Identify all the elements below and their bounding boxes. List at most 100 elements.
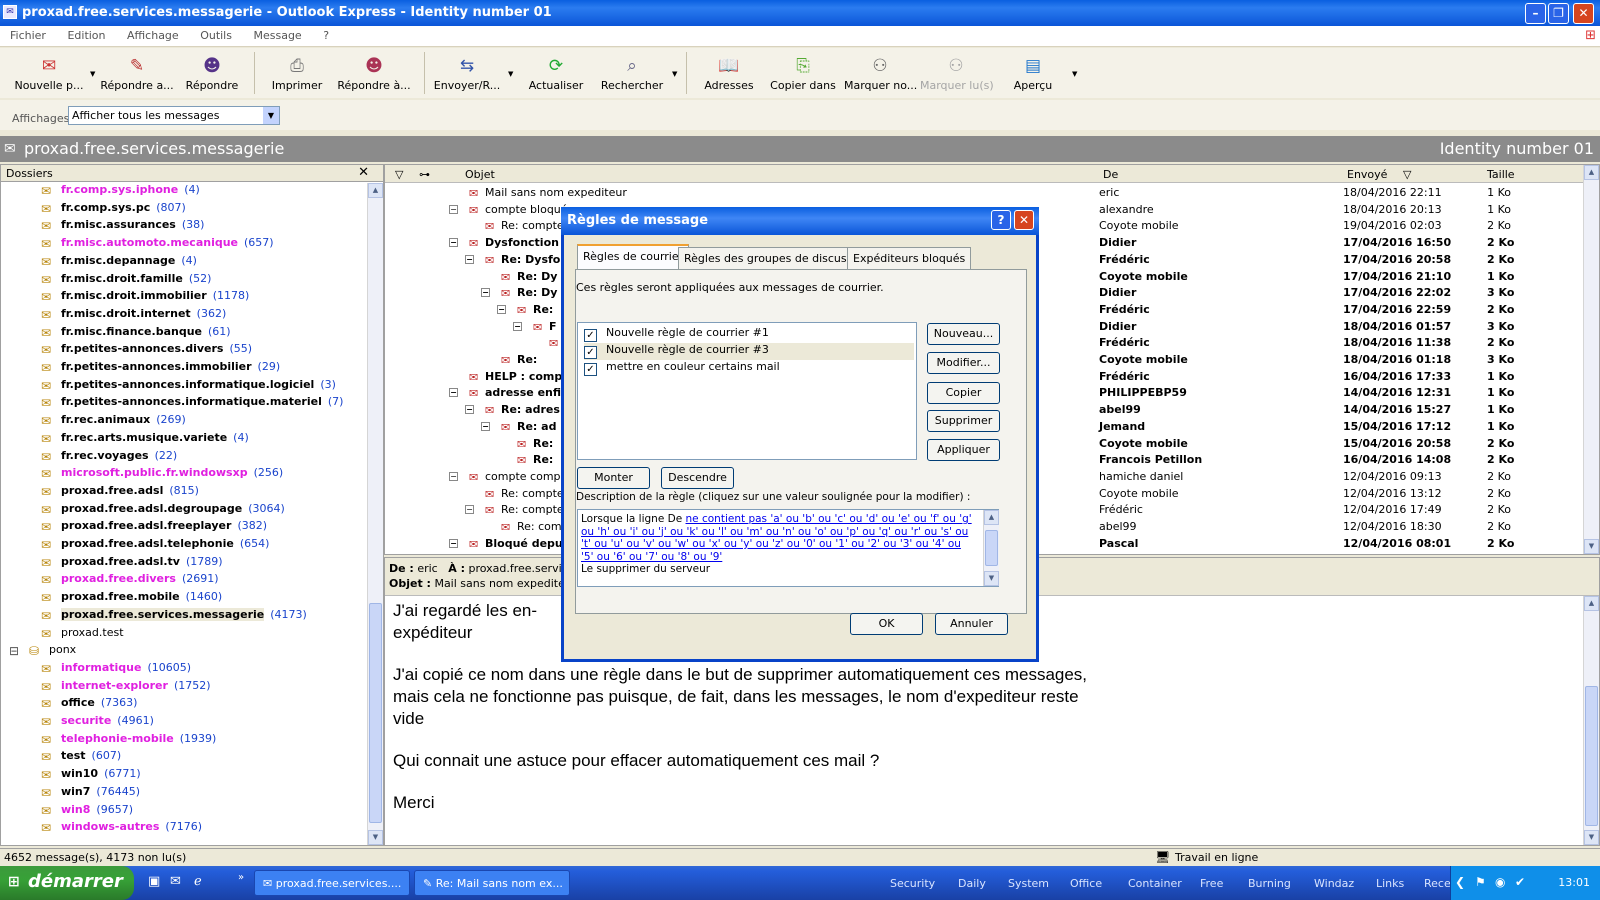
toolbar-link-links[interactable]: Links (1376, 877, 1404, 890)
folder-item[interactable]: ✉ proxad.free.mobile (1460) (41, 590, 222, 608)
menu-affichage[interactable]: Affichage (117, 26, 187, 42)
folder-item[interactable]: ✉ fr.rec.animaux (269) (41, 413, 186, 431)
message-scrollbar[interactable]: ▲ ▼ (1583, 165, 1599, 554)
rule-checkbox[interactable]: ✓ (584, 346, 597, 359)
folder-item[interactable]: ✉ fr.misc.droit.immobilier (1178) (41, 289, 249, 307)
scroll-down-icon[interactable]: ▼ (1584, 830, 1599, 845)
modify-rule-button[interactable]: Modifier... (927, 352, 1000, 374)
column-size[interactable]: Taille (1487, 168, 1515, 181)
collapse-icon[interactable]: ⊟ (9, 644, 25, 658)
rule-item[interactable]: ✓ mettre en couleur certains mail (584, 360, 914, 377)
thread-collapse-icon[interactable]: − (481, 421, 490, 431)
folder-item[interactable]: ⊟ ⛁ ponx (9, 643, 76, 661)
folder-item[interactable]: ✉ test (607) (41, 749, 121, 767)
scroll-thumb[interactable] (985, 530, 998, 566)
folder-item[interactable]: ✉ proxad.free.adsl.tv (1789) (41, 555, 223, 573)
folder-item[interactable]: ✉ fr.comp.sys.iphone (4) (41, 183, 200, 201)
new-message-button[interactable]: ✉ Nouvelle p... (14, 50, 84, 96)
column-subject[interactable]: Objet (465, 168, 495, 181)
reply-button[interactable]: ☻ Répondre (180, 50, 244, 96)
folder-item[interactable]: ✉ fr.petites-annonces.divers (55) (41, 342, 252, 360)
more-quicklaunch-icon[interactable]: » (238, 872, 244, 883)
print-button[interactable]: ⎙ Imprimer (266, 50, 328, 96)
maximize-button[interactable]: ❐ (1548, 3, 1569, 24)
clock[interactable]: 13:01 (1558, 876, 1590, 889)
reply-group-button[interactable]: ✎ Répondre a... (100, 50, 174, 96)
copy-rule-button[interactable]: Copier (927, 382, 1000, 404)
folder-item[interactable]: ✉ telephonie-mobile (1939) (41, 732, 216, 750)
folder-item[interactable]: ✉ microsoft.public.fr.windowsxp (256) (41, 466, 283, 484)
toolbar-link-container[interactable]: Container (1128, 877, 1182, 890)
rule-item[interactable]: ✓ Nouvelle règle de courrier #1 (584, 326, 914, 343)
scroll-down-icon[interactable]: ▼ (368, 830, 383, 845)
thread-collapse-icon[interactable]: − (465, 254, 474, 264)
folder-item[interactable]: ✉ fr.petites-annonces.informatique.logici… (41, 378, 336, 396)
thread-collapse-icon[interactable]: − (497, 304, 506, 314)
toolbar-link-office[interactable]: Office (1070, 877, 1102, 890)
tray-app-icon[interactable]: ◉ (1495, 875, 1505, 889)
toolbar-link-free[interactable]: Free (1200, 877, 1223, 890)
rule-checkbox[interactable]: ✓ (584, 329, 597, 342)
scroll-up-icon[interactable]: ▲ (368, 183, 383, 198)
tray-back-icon[interactable]: ❮ (1455, 875, 1465, 889)
find-dropdown-icon[interactable]: ▼ (672, 70, 677, 78)
folder-item[interactable]: ✉ fr.rec.voyages (22) (41, 449, 177, 467)
rules-list[interactable]: ✓ Nouvelle règle de courrier #1 ✓ Nouvelle… (577, 322, 917, 460)
close-button[interactable]: ✕ (1573, 3, 1594, 24)
scroll-up-icon[interactable]: ▲ (984, 510, 999, 525)
folder-item[interactable]: ✉ proxad.free.adsl.telephonie (654) (41, 537, 269, 555)
folder-item[interactable]: ✉ fr.misc.finance.banque (61) (41, 325, 231, 343)
folder-item[interactable]: ✉ fr.misc.droit.internet (362) (41, 307, 226, 325)
scroll-down-icon[interactable]: ▼ (984, 571, 999, 586)
ok-button[interactable]: OK (850, 613, 923, 635)
scroll-up-icon[interactable]: ▲ (1584, 596, 1599, 611)
tab-blocked-senders[interactable]: Expéditeurs bloqués (847, 247, 972, 269)
toolbar-link-burning[interactable]: Burning (1248, 877, 1291, 890)
send-receive-button[interactable]: ⇆ Envoyer/R... (432, 50, 502, 96)
delete-rule-button[interactable]: Supprimer (927, 410, 1000, 432)
toolbar-link-windaz[interactable]: Windaz (1314, 877, 1354, 890)
folder-item[interactable]: ✉ windows-autres (7176) (41, 820, 202, 838)
menu-help[interactable]: ? (313, 26, 337, 42)
move-down-button[interactable]: Descendre (661, 467, 734, 489)
mark-unread-button[interactable]: ⚇ Marquer no... (844, 50, 917, 96)
folder-item[interactable]: ✉ internet-explorer (1752) (41, 679, 211, 697)
folder-scrollbar[interactable]: ▲ ▼ (367, 183, 383, 845)
scroll-down-icon[interactable]: ▼ (1584, 539, 1599, 554)
folder-item[interactable]: ✉ proxad.free.adsl (815) (41, 484, 199, 502)
menu-edition[interactable]: Edition (57, 26, 113, 42)
folder-item[interactable]: ✉ fr.misc.assurances (38) (41, 218, 204, 236)
toolbar-link-daily[interactable]: Daily (958, 877, 986, 890)
toolbar-link-security[interactable]: Security (890, 877, 935, 890)
thread-collapse-icon[interactable]: − (449, 238, 458, 248)
thread-collapse-icon[interactable]: − (481, 288, 490, 298)
move-up-button[interactable]: Monter (577, 467, 650, 489)
column-date[interactable]: Envoyé (1347, 168, 1387, 181)
mark-read-button[interactable]: ⚇ Marquer lu(s) (920, 50, 994, 96)
preview-dropdown-icon[interactable]: ▼ (1072, 70, 1077, 78)
show-desktop-icon[interactable]: ▣ (148, 874, 160, 889)
folder-item[interactable]: ✉ fr.rec.arts.musique.variete (4) (41, 431, 249, 449)
tray-update-icon[interactable]: ✔ (1515, 875, 1525, 889)
dialog-close-button[interactable]: ✕ (1014, 210, 1034, 230)
send-receive-dropdown-icon[interactable]: ▼ (508, 70, 513, 78)
folder-item[interactable]: ✉ securite (4961) (41, 714, 154, 732)
flag-column-icon[interactable]: ▽ (395, 168, 403, 181)
scroll-up-icon[interactable]: ▲ (1584, 165, 1599, 180)
tab-news-rules[interactable]: Règles des groupes de discussion (678, 247, 876, 269)
apply-rules-button[interactable]: Appliquer (927, 439, 1000, 461)
thread-collapse-icon[interactable]: − (465, 405, 474, 415)
scroll-thumb[interactable] (1585, 686, 1598, 826)
close-pane-icon[interactable]: ✕ (358, 165, 369, 180)
reply-all-button[interactable]: ☻ Répondre à... (334, 50, 414, 96)
folder-item[interactable]: ✉ win8 (9657) (41, 803, 133, 821)
thread-collapse-icon[interactable]: − (449, 204, 458, 214)
menu-message[interactable]: Message (243, 26, 309, 42)
task-outlook-main[interactable]: ✉ proxad.free.services.... (254, 870, 410, 896)
start-button[interactable]: ⊞ démarrer (0, 866, 134, 900)
cancel-button[interactable]: Annuler (935, 613, 1008, 635)
rule-item[interactable]: ✓ Nouvelle règle de courrier #3 (584, 343, 914, 360)
new-message-dropdown-icon[interactable]: ▼ (90, 70, 95, 78)
folder-item[interactable]: ✉ proxad.free.divers (2691) (41, 572, 219, 590)
tray-network-icon[interactable]: ⚑ (1475, 875, 1486, 889)
